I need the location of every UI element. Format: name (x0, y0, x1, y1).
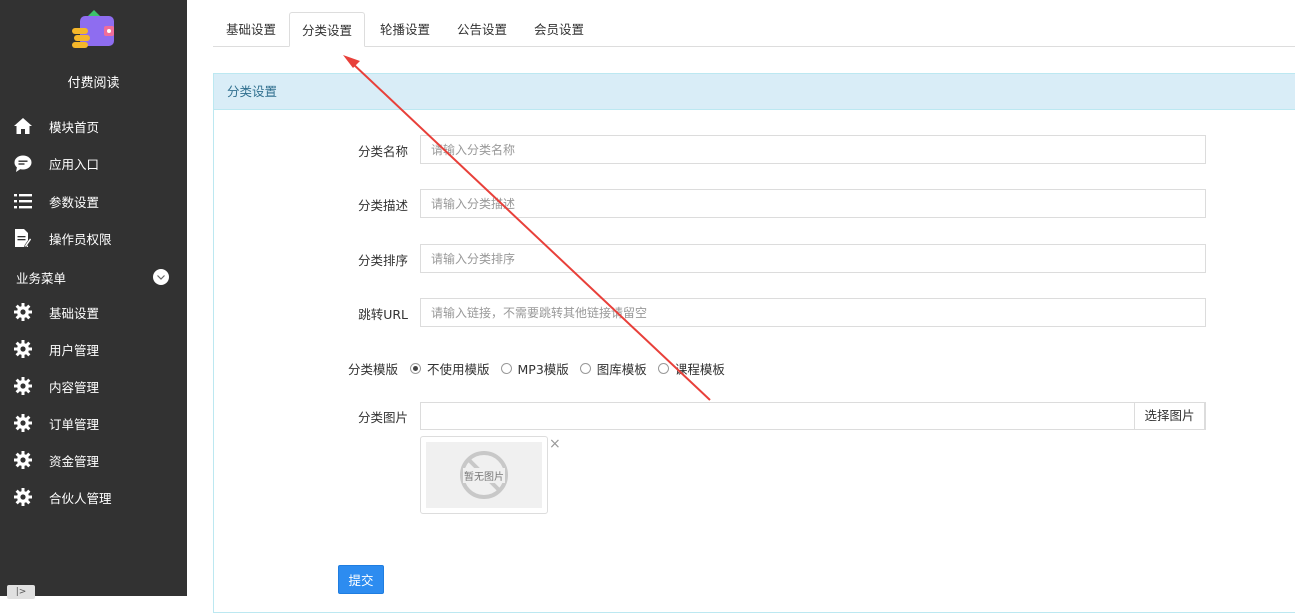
radio-button[interactable] (500, 362, 512, 374)
sidebar-item-label: 用户管理 (49, 342, 100, 358)
close-icon[interactable]: × (549, 436, 561, 452)
tab-category-settings[interactable]: 分类设置 (289, 12, 366, 47)
submit-button[interactable]: 提交 (338, 565, 384, 594)
gear-icon (14, 340, 32, 358)
no-image-placeholder: 暂无图片 (426, 442, 542, 508)
category-image-input[interactable]: 选择图片 (420, 402, 1206, 430)
template-radio-none[interactable]: 不使用模版 (410, 359, 490, 378)
sidebar-item-fund-management[interactable]: 资金管理 (0, 445, 187, 475)
sidebar-item-app-entry[interactable]: 应用入口 (0, 148, 187, 178)
gear-icon (14, 451, 32, 469)
gear-icon (14, 377, 32, 395)
sidebar-item-order-management[interactable]: 订单管理 (0, 408, 187, 438)
app-logo-wallet-icon (72, 10, 116, 52)
tab-basic-settings[interactable]: 基础设置 (214, 12, 288, 47)
sidebar-item-label: 模块首页 (49, 119, 100, 135)
sidebar-item-label: 参数设置 (49, 194, 100, 210)
panel-title: 分类设置 (214, 74, 1295, 110)
redirect-url-input[interactable] (420, 298, 1206, 327)
sidebar-item-label: 基础设置 (49, 305, 100, 321)
list-icon (14, 192, 32, 210)
tab-carousel-settings[interactable]: 轮播设置 (368, 12, 442, 47)
radio-label: 图库模板 (596, 361, 647, 377)
template-radio-gallery[interactable]: 图库模板 (579, 359, 647, 378)
chat-bubble-icon (14, 154, 32, 172)
sidebar-item-operator-permissions[interactable]: 操作员权限 (0, 223, 187, 253)
radio-button[interactable] (657, 362, 669, 374)
gear-icon (14, 414, 32, 432)
app-title: 付费阅读 (67, 76, 120, 91)
radio-label: 不使用模版 (427, 361, 490, 377)
template-radio-course[interactable]: 课程模板 (657, 359, 725, 378)
sidebar: 付费阅读 模块首页 应用入口 参数设置 操作员权限 业务菜单 基础设置 用户管理… (0, 0, 187, 599)
sidebar-item-label: 操作员权限 (49, 231, 112, 247)
sidebar-item-basic-settings[interactable]: 基础设置 (0, 297, 187, 327)
settings-tabs: 基础设置 分类设置 轮播设置 公告设置 会员设置 (213, 12, 1295, 47)
category-sort-label: 分类排序 (357, 253, 408, 268)
sidebar-item-user-management[interactable]: 用户管理 (0, 334, 187, 364)
sidebar-item-label: 合伙人管理 (49, 490, 112, 506)
radio-label: MP3模版 (517, 361, 569, 377)
select-image-button[interactable]: 选择图片 (1134, 402, 1205, 430)
radio-button[interactable] (579, 362, 591, 374)
gear-icon (14, 303, 32, 321)
gear-icon (14, 488, 32, 506)
radio-button-checked[interactable] (410, 362, 421, 374)
sidebar-collapse-button[interactable]: |> (7, 585, 35, 599)
template-radio-mp3[interactable]: MP3模版 (500, 359, 569, 378)
category-image-label: 分类图片 (357, 410, 408, 425)
category-desc-label: 分类描述 (357, 198, 408, 213)
redirect-url-label: 跳转URL (358, 307, 408, 322)
tab-member-settings[interactable]: 会员设置 (522, 12, 596, 47)
home-icon (14, 117, 32, 135)
business-menu-header[interactable]: 业务菜单 (0, 263, 187, 291)
category-sort-input[interactable] (420, 244, 1206, 273)
sidebar-item-label: 资金管理 (49, 453, 100, 469)
chevron-down-icon (153, 269, 169, 285)
sidebar-item-module-home[interactable]: 模块首页 (0, 111, 187, 141)
sidebar-item-label: 内容管理 (49, 379, 100, 395)
category-desc-input[interactable] (420, 189, 1206, 218)
tab-announcement-settings[interactable]: 公告设置 (445, 12, 519, 47)
sidebar-item-content-management[interactable]: 内容管理 (0, 371, 187, 401)
category-name-label: 分类名称 (357, 144, 408, 159)
document-edit-icon (14, 229, 32, 247)
sidebar-item-partner-management[interactable]: 合伙人管理 (0, 482, 187, 512)
radio-label: 课程模板 (674, 361, 725, 377)
no-image-text: 暂无图片 (463, 467, 505, 483)
sidebar-item-label: 订单管理 (49, 416, 100, 432)
sidebar-item-params[interactable]: 参数设置 (0, 186, 187, 216)
template-radio-group: 不使用模版 MP3模版 图库模板 课程模板 (410, 358, 736, 378)
section-label: 业务菜单 (16, 270, 67, 286)
category-name-input[interactable] (420, 135, 1206, 164)
sidebar-item-label: 应用入口 (49, 156, 100, 172)
category-template-label: 分类模版 (347, 362, 398, 377)
image-preview: 暂无图片 (420, 436, 548, 514)
